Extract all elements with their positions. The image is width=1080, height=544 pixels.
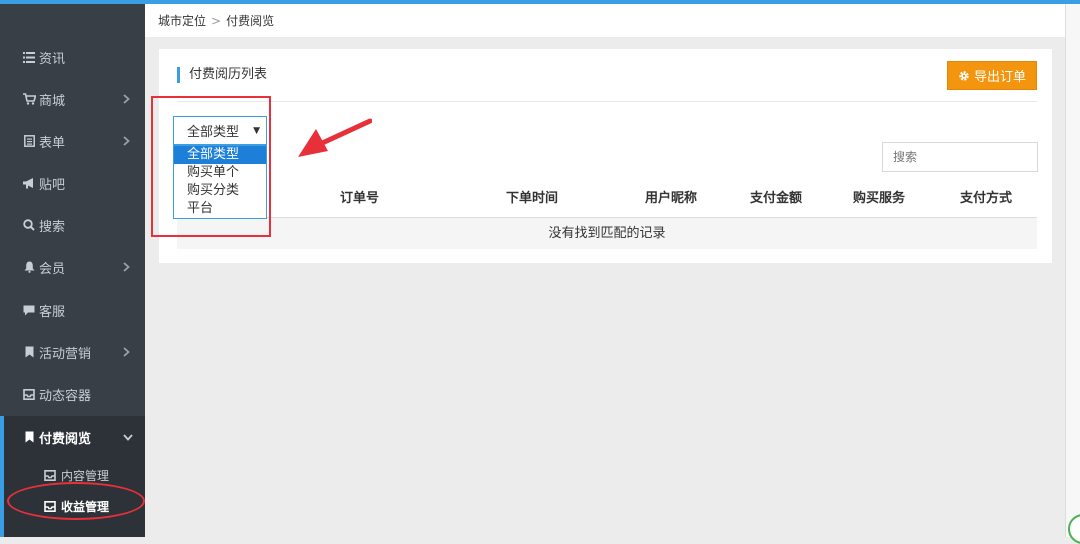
scrollbar[interactable]	[1065, 4, 1080, 537]
column-header[interactable]: 用户昵称	[645, 184, 697, 217]
search-input[interactable]	[882, 142, 1038, 172]
sidebar-item-label: 表单	[39, 135, 66, 151]
empty-message: 没有找到匹配的记录	[177, 218, 1037, 249]
chevron-right-icon	[123, 347, 133, 357]
search-icon	[22, 218, 36, 232]
page-title: 付费阅历列表	[177, 67, 267, 83]
sidebar-item-label: 付费阅览	[39, 431, 92, 447]
sidebar-item-label: 会员	[39, 261, 66, 277]
sidebar-item-forms[interactable]: 表单	[0, 120, 145, 162]
sidebar-item-label: 动态容器	[39, 388, 92, 404]
column-header[interactable]: 订单号	[340, 184, 379, 217]
sidebar-item-members[interactable]: 会员	[0, 246, 145, 288]
bookmark-icon	[22, 430, 36, 444]
column-header[interactable]: 支付金额	[750, 184, 802, 217]
sidebar-item-dynamic-container[interactable]: 动态容器	[0, 373, 145, 415]
megaphone-icon	[22, 176, 36, 190]
sidebar-item-forum[interactable]: 贴吧	[0, 162, 145, 204]
gear-icon	[958, 70, 970, 82]
sidebar-item-search[interactable]: 搜索	[0, 204, 145, 246]
table-header: 订单号 下单时间 用户昵称 支付金额 购买服务 支付方式	[177, 184, 1037, 218]
sidebar-item-support[interactable]: 客服	[0, 289, 145, 331]
breadcrumb-current: 付费阅览	[226, 14, 275, 28]
bookmark-icon	[22, 345, 36, 359]
sidebar-item-paid-reading[interactable]: 付费阅览	[0, 416, 145, 458]
form-icon	[22, 134, 36, 148]
annotation-highlight-box	[151, 96, 271, 237]
sidebar-item-label: 活动营销	[39, 346, 92, 362]
bell-icon	[22, 260, 36, 274]
sidebar-item-mall[interactable]: 商城	[0, 78, 145, 120]
sidebar-item-news[interactable]: 资讯	[0, 36, 145, 78]
column-header[interactable]: 购买服务	[853, 184, 905, 217]
column-header[interactable]: 支付方式	[960, 184, 1012, 217]
chevron-right-icon	[123, 136, 133, 146]
active-indicator	[0, 416, 4, 537]
chevron-right-icon	[123, 262, 133, 272]
sidebar-item-label: 客服	[39, 304, 66, 320]
chat-icon	[22, 303, 36, 317]
column-header[interactable]: 下单时间	[506, 184, 558, 217]
divider	[177, 101, 1037, 102]
sidebar-item-marketing[interactable]: 活动营销	[0, 331, 145, 373]
inbox-icon	[44, 468, 58, 482]
inbox-icon	[22, 387, 36, 401]
list-icon	[22, 50, 36, 64]
annotation-arrow-icon	[298, 118, 372, 157]
breadcrumb-parent[interactable]: 城市定位	[158, 12, 206, 29]
chevron-right-icon	[123, 94, 133, 104]
sidebar-item-label: 商城	[39, 93, 66, 109]
sidebar: 资讯 商城 表单 贴吧 搜索 会员 客服 活动营销 动态容器 付费阅览 内容管理…	[0, 4, 145, 537]
breadcrumb: 城市定位 > 付费阅览	[145, 4, 1065, 37]
sidebar-item-label: 贴吧	[39, 177, 66, 193]
cart-icon	[22, 92, 36, 106]
chevron-down-icon	[123, 433, 133, 441]
sidebar-item-label: 资讯	[39, 51, 66, 67]
annotation-circle	[7, 482, 145, 520]
breadcrumb-separator: >	[211, 13, 222, 28]
submenu-item-label: 内容管理	[61, 468, 110, 483]
sidebar-item-label: 搜索	[39, 219, 66, 235]
export-orders-button[interactable]: 导出订单	[947, 61, 1037, 90]
export-orders-label: 导出订单	[973, 70, 1026, 85]
